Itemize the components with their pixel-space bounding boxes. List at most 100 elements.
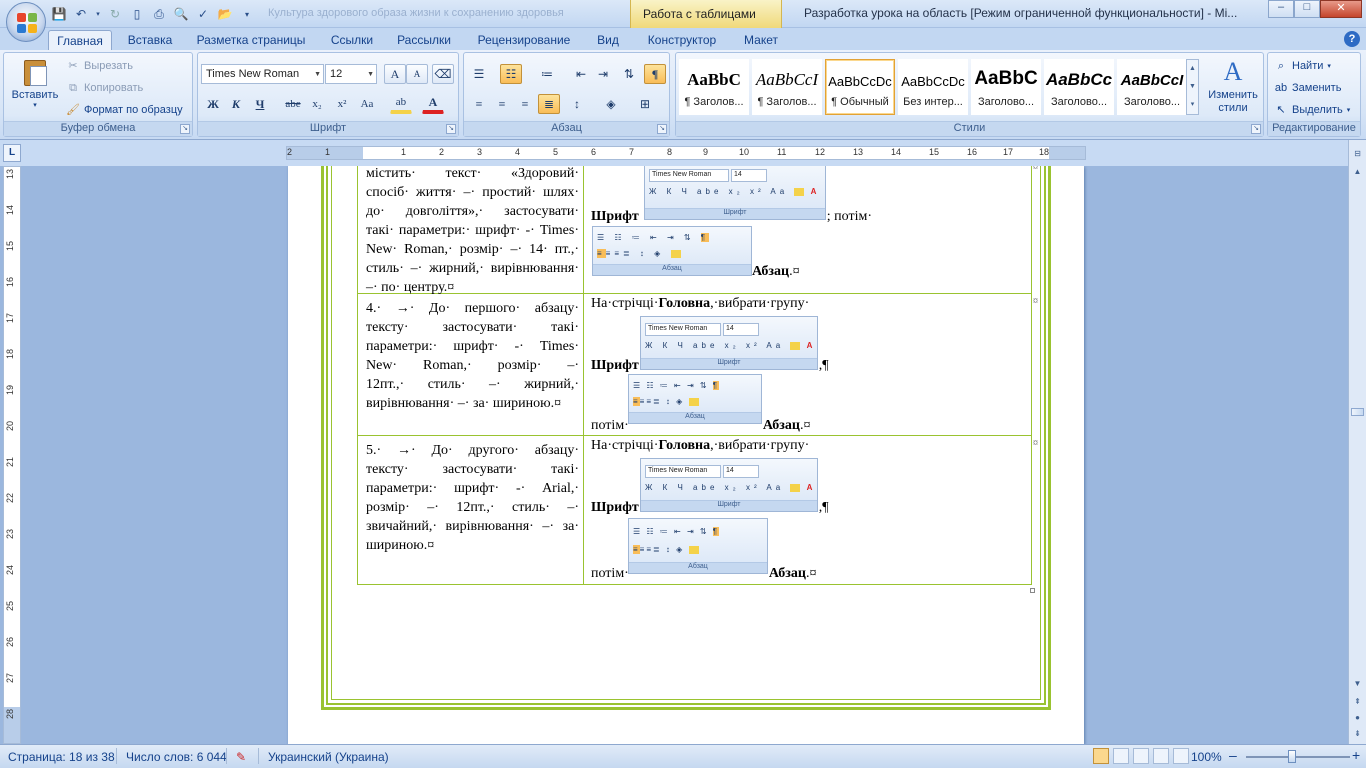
table-cell[interactable]: Times New Roman 14 Ж К Ч abe x₂ x² Aa A … xyxy=(584,166,1038,293)
superscript-button[interactable]: x² xyxy=(331,94,353,114)
close-button[interactable]: ✕ xyxy=(1320,0,1362,18)
format-painter-button[interactable]: 🖌 Формат по образцу xyxy=(66,101,183,119)
italic-button[interactable]: К xyxy=(225,94,247,114)
shading-icon[interactable]: ◈ xyxy=(600,94,622,114)
undo-dropdown-icon[interactable]: ▾ xyxy=(94,5,102,23)
paste-button[interactable]: Вставить ▾ xyxy=(8,57,62,109)
sort-icon[interactable]: ⇅ xyxy=(618,64,640,84)
table-cell[interactable]: На·стрічці·Головна,·вибрати·групу· Times… xyxy=(584,436,1038,584)
table-row[interactable]: 4.· →· До· першого· абзацу· тексту· заст… xyxy=(357,294,1038,436)
tab-design[interactable]: Конструктор xyxy=(640,30,724,50)
clear-format-icon[interactable]: ⌫ xyxy=(432,64,454,84)
borders-icon[interactable]: ⊞ xyxy=(634,94,656,114)
table-row[interactable]: 5.· →· До· другого· абзацу· тексту· заст… xyxy=(357,436,1038,585)
style-heading-a[interactable]: AaBbC Заголово... xyxy=(971,59,1041,115)
table-cell[interactable]: На·стрічці·Головна,·вибрати·групу· Times… xyxy=(584,294,1038,435)
tab-review[interactable]: Рецензирование xyxy=(466,30,582,50)
print-preview-icon[interactable]: 🔍 xyxy=(172,5,190,23)
undo-icon[interactable]: ↶ xyxy=(72,5,90,23)
language-indicator[interactable]: Украинский (Украина) xyxy=(268,750,389,764)
vertical-scrollbar[interactable]: ⊟ ▲ ▼ ⇞ ● ⇟ xyxy=(1348,140,1366,744)
word-count[interactable]: Число слов: 6 044 xyxy=(126,750,227,764)
show-marks-button[interactable]: ¶ xyxy=(644,64,666,84)
style-heading-2[interactable]: AaBbCcI ¶ Заголов... xyxy=(752,59,822,115)
scroll-up-icon[interactable]: ▲ xyxy=(1350,164,1365,179)
spelling-icon[interactable]: ✓ xyxy=(194,5,212,23)
full-screen-reading-icon[interactable] xyxy=(1113,748,1129,764)
tab-view[interactable]: Вид xyxy=(588,30,628,50)
highlight-button[interactable]: ab xyxy=(390,94,412,114)
decrease-indent-icon[interactable]: ⇤ xyxy=(570,64,592,84)
save-icon[interactable]: 💾 xyxy=(50,5,68,23)
grow-font-button[interactable]: A xyxy=(384,64,406,84)
maximize-button[interactable]: □ xyxy=(1294,0,1320,18)
office-button[interactable] xyxy=(6,2,46,42)
strikethrough-button[interactable]: abe xyxy=(282,94,304,114)
table-cell[interactable]: 5.· →· До· другого· абзацу· тексту· заст… xyxy=(357,436,584,584)
tab-layout[interactable]: Макет xyxy=(732,30,790,50)
increase-indent-icon[interactable]: ⇥ xyxy=(592,64,614,84)
change-styles-button[interactable]: A Изменить стили xyxy=(1203,57,1263,115)
multilevel-list-icon[interactable]: ≔ xyxy=(536,64,558,84)
scroll-down-icon[interactable]: ▼ xyxy=(1350,676,1365,691)
tab-selector-button[interactable]: L xyxy=(3,144,21,162)
table-row[interactable]: містить· текст· «Здоровий· спосіб· життя… xyxy=(357,166,1038,295)
tab-mailings[interactable]: Рассылки xyxy=(390,30,458,50)
customize-qat-icon[interactable]: ▾ xyxy=(238,5,256,23)
style-no-spacing[interactable]: AaBbCcDc Без интер... xyxy=(898,59,968,115)
subscript-button[interactable]: x₂ xyxy=(306,94,328,114)
copy-button[interactable]: ⧉ Копировать xyxy=(66,79,143,97)
paragraph-launcher-icon[interactable]: ↘ xyxy=(657,124,667,134)
print-layout-view-icon[interactable] xyxy=(1093,748,1109,764)
align-left-icon[interactable]: ≡ xyxy=(468,94,490,114)
styles-launcher-icon[interactable]: ↘ xyxy=(1251,124,1261,134)
tab-home[interactable]: Главная xyxy=(48,30,112,50)
bullets-icon[interactable]: ☰ xyxy=(468,64,490,84)
cut-button[interactable]: ✂ Вырезать xyxy=(66,57,133,75)
font-launcher-icon[interactable]: ↘ xyxy=(446,124,456,134)
change-case-button[interactable]: Aa xyxy=(356,94,378,114)
font-color-button[interactable]: A xyxy=(422,94,444,114)
underline-button[interactable]: Ч xyxy=(249,94,271,114)
proofing-icon[interactable]: ✎ xyxy=(236,750,246,764)
vertical-ruler[interactable]: 13 14 15 16 17 18 19 20 21 22 23 24 25 2… xyxy=(3,166,21,744)
styles-gallery-scroll[interactable]: ▲ ▼ ▾ xyxy=(1186,59,1199,115)
horizontal-ruler[interactable]: 2 1 1 2 3 4 5 6 7 8 9 10 11 12 13 14 15 … xyxy=(286,146,1086,160)
shrink-font-button[interactable]: A xyxy=(406,64,428,84)
zoom-level[interactable]: 100% xyxy=(1191,750,1222,764)
clipboard-launcher-icon[interactable]: ↘ xyxy=(180,124,190,134)
scrollbar-thumb[interactable] xyxy=(1351,408,1364,416)
help-icon[interactable]: ? xyxy=(1344,31,1360,47)
minimize-button[interactable]: – xyxy=(1268,0,1294,18)
next-page-icon[interactable]: ⇟ xyxy=(1350,726,1365,741)
web-layout-icon[interactable] xyxy=(1133,748,1149,764)
tab-references[interactable]: Ссылки xyxy=(322,30,382,50)
align-center-icon[interactable]: ≡ xyxy=(491,94,513,114)
font-name-combo[interactable]: Times New Roman ▼ xyxy=(201,64,324,84)
select-button[interactable]: ↖ Выделить ▾ xyxy=(1274,101,1350,119)
open-folder-icon[interactable]: 📂 xyxy=(216,5,234,23)
zoom-slider-thumb[interactable] xyxy=(1288,750,1296,763)
draft-view-icon[interactable] xyxy=(1173,748,1189,764)
page-counter[interactable]: Страница: 18 из 38 xyxy=(8,750,115,764)
zoom-slider-track[interactable] xyxy=(1246,756,1350,758)
document-table[interactable]: містить· текст· «Здоровий· спосіб· життя… xyxy=(357,166,1038,593)
table-cell[interactable]: 4.· →· До· першого· абзацу· тексту· заст… xyxy=(357,294,584,435)
zoom-in-button[interactable]: + xyxy=(1352,747,1360,763)
line-spacing-icon[interactable]: ↕ xyxy=(566,94,588,114)
style-heading-b[interactable]: AaBbCc Заголово... xyxy=(1044,59,1114,115)
font-size-combo[interactable]: 12 ▼ xyxy=(325,64,377,84)
style-heading-1[interactable]: AaBbC ¶ Заголов... xyxy=(679,59,749,115)
style-heading-c[interactable]: AaBbCcI Заголово... xyxy=(1117,59,1187,115)
new-document-icon[interactable]: ▯ xyxy=(128,5,146,23)
outline-view-icon[interactable] xyxy=(1153,748,1169,764)
page[interactable]: містить· текст· «Здоровий· спосіб· життя… xyxy=(288,166,1084,744)
style-normal[interactable]: AaBbCcDc ¶ Обычный xyxy=(825,59,895,115)
numbering-icon[interactable]: ☷ xyxy=(500,64,522,84)
tab-page-layout[interactable]: Разметка страницы xyxy=(190,30,312,50)
previous-page-icon[interactable]: ⇞ xyxy=(1350,694,1365,709)
find-button[interactable]: ⌕ Найти ▾ xyxy=(1274,57,1331,75)
justify-icon[interactable]: ≣ xyxy=(538,94,560,114)
align-right-icon[interactable]: ≡ xyxy=(514,94,536,114)
bold-button[interactable]: Ж xyxy=(202,94,224,114)
